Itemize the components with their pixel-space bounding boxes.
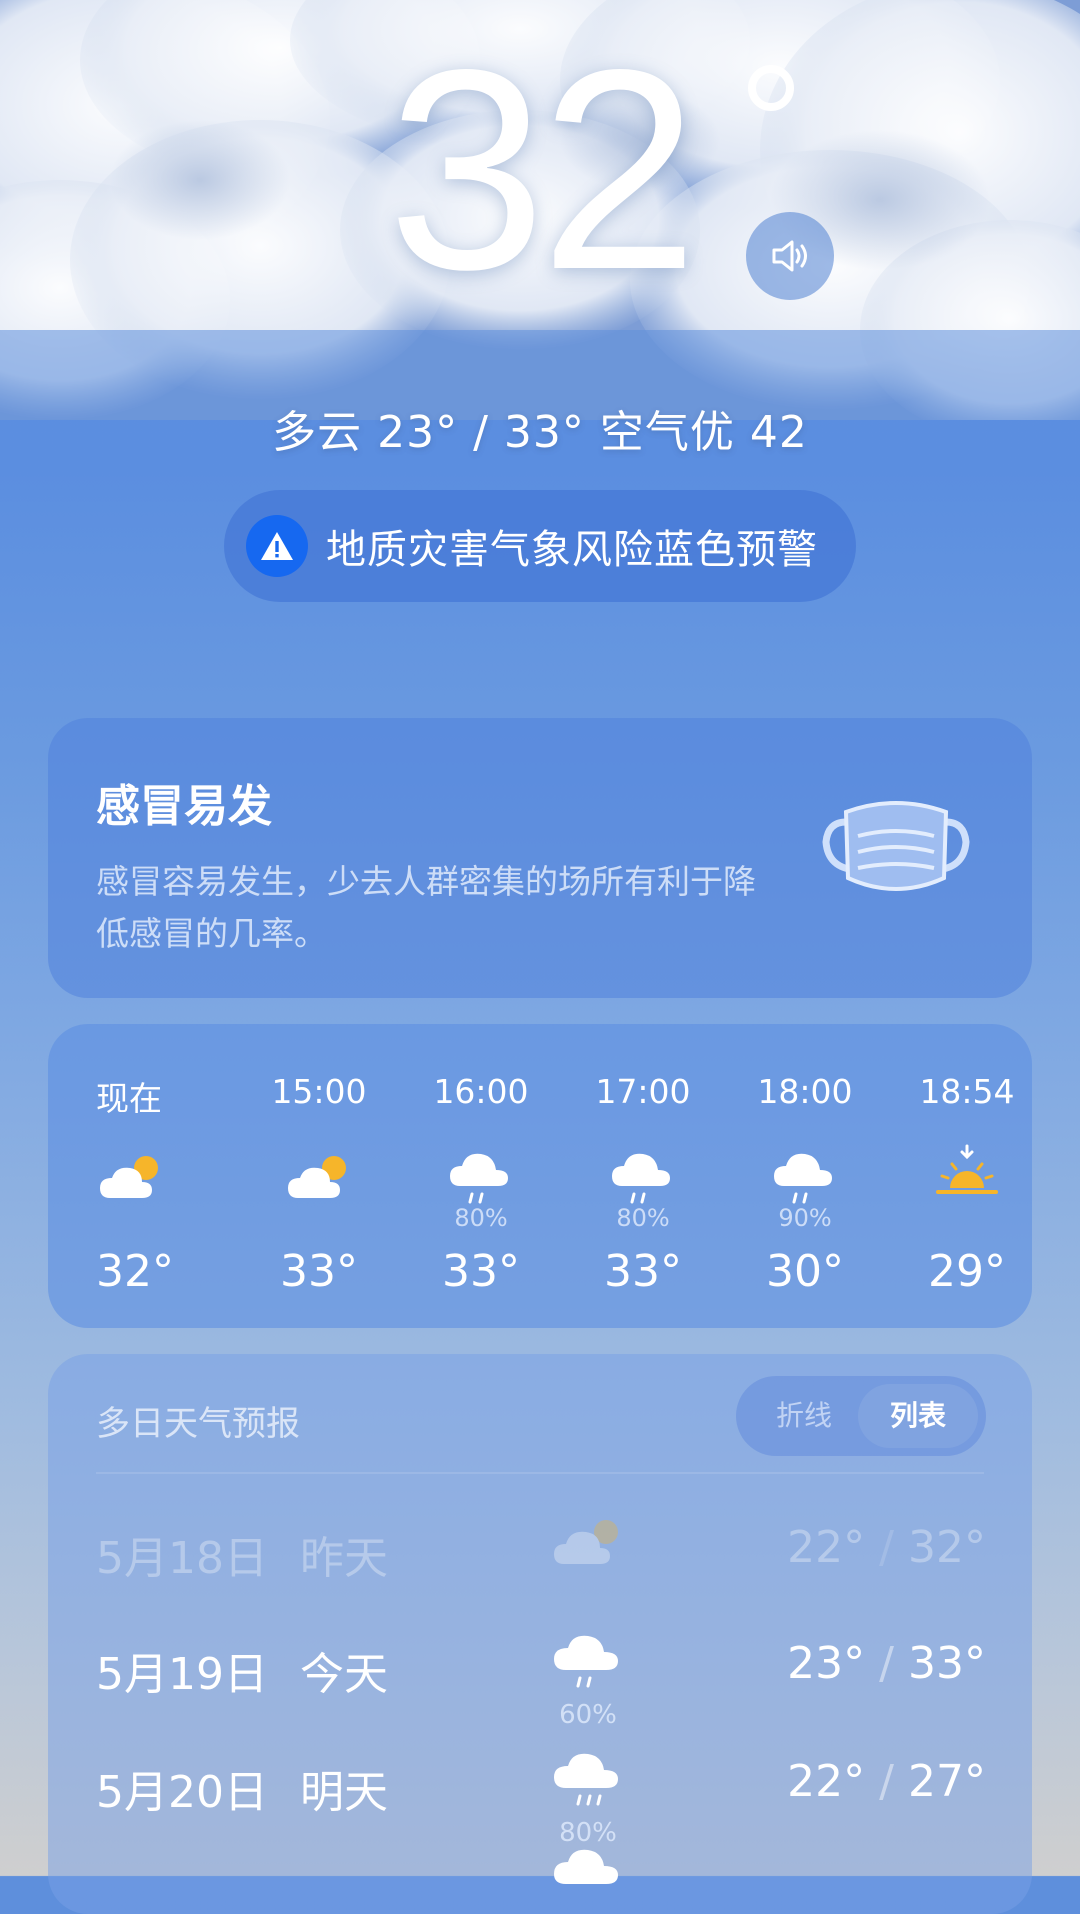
cloud-icon [554, 1849, 618, 1884]
hour-temp: 33° [442, 1246, 520, 1297]
hour-temp: 33° [604, 1246, 682, 1297]
day-temp-range: 22° / 27° [787, 1756, 986, 1807]
day-temp-range: 22° / 32° [787, 1522, 986, 1573]
hour-precip: 80% [616, 1204, 670, 1232]
day-low: 22° [787, 1522, 866, 1573]
degree-symbol [748, 65, 794, 111]
daily-forecast-card[interactable]: 多日天气预报 折线 列表 5月18日 昨天 22° / 32° 5月19日 今天… [48, 1354, 1032, 1914]
cloudy-sun-icon [100, 1156, 158, 1198]
day-label: 明天 [300, 1767, 388, 1818]
rain-icon [554, 1753, 618, 1806]
hour-time: 18:00 [757, 1072, 853, 1111]
hour-time: 16:00 [433, 1072, 529, 1111]
day-high: 27° [908, 1756, 986, 1807]
alert-text: 地质灾害气象风险蓝色预警 [326, 527, 818, 573]
temp-separator: / [879, 1522, 894, 1573]
daily-row[interactable]: 5月18日 昨天 22° / 32° [48, 1504, 1032, 1614]
temp-separator: / [879, 1756, 894, 1807]
day-temp-range: 23° / 33° [787, 1638, 986, 1689]
hour-time: 15:00 [271, 1072, 367, 1111]
daily-row[interactable]: 5月19日 今天 60% 23° / 33° [48, 1620, 1032, 1730]
day-date: 5月18日 [96, 1533, 268, 1584]
day-date: 5月20日 [96, 1767, 268, 1818]
speaker-icon [772, 240, 807, 272]
voice-broadcast-button[interactable] [746, 212, 834, 300]
day-label: 昨天 [300, 1533, 388, 1584]
rain-icon [554, 1635, 618, 1688]
day-label: 今天 [300, 1649, 388, 1700]
hour-temp: 32° [96, 1246, 174, 1297]
rain-icon [774, 1153, 832, 1204]
day-precip: 60% [559, 1700, 617, 1730]
tip-description: 感冒容易发生，少去人群密集的场所有利于降低感冒的几率。 [96, 862, 756, 953]
hour-temp: 30° [766, 1246, 844, 1297]
view-toggle[interactable]: 折线 列表 [736, 1376, 986, 1456]
daily-forecast-title: 多日天气预报 [96, 1404, 300, 1444]
day-low: 23° [787, 1638, 866, 1689]
hour-precip: 80% [454, 1204, 508, 1232]
hour-precip: 90% [778, 1204, 832, 1232]
temp-separator: / [879, 1638, 894, 1689]
health-tip-card[interactable]: 感冒易发 感冒容易发生，少去人群密集的场所有利于降低感冒的几率。 [48, 718, 1032, 998]
sunset-icon [936, 1144, 998, 1194]
day-high: 33° [908, 1638, 986, 1689]
face-mask-icon [822, 801, 970, 891]
hourly-forecast-card[interactable]: 现在 32° 15:00 33° 16:00 80% 33° 17:00 80%… [48, 1024, 1032, 1328]
warning-icon [246, 515, 308, 577]
hour-time: 现在 [96, 1079, 162, 1118]
day-date: 5月19日 [96, 1649, 268, 1700]
current-temperature: 32 [387, 11, 698, 329]
daily-row[interactable]: 5月20日 明天 80% 22° / 27° [48, 1738, 1032, 1848]
weather-alert-button[interactable]: 地质灾害气象风险蓝色预警 [224, 490, 856, 602]
weather-summary[interactable]: 多云 23° / 33° 空气优 42 [0, 396, 1080, 460]
toggle-line-chart[interactable]: 折线 [744, 1376, 864, 1456]
hour-time: 17:00 [595, 1072, 691, 1111]
cloudy-sun-icon [554, 1520, 618, 1564]
toggle-list[interactable]: 列表 [858, 1384, 978, 1448]
rain-icon [450, 1153, 508, 1204]
hour-temp: 33° [280, 1246, 358, 1297]
hour-time: 18:54 [919, 1072, 1015, 1111]
cloudy-sun-icon [288, 1156, 346, 1198]
divider [96, 1472, 984, 1474]
day-high: 32° [908, 1522, 986, 1573]
day-low: 22° [787, 1756, 866, 1807]
tip-title: 感冒易发 [96, 781, 272, 832]
rain-icon [612, 1153, 670, 1204]
hour-temp: 29° [928, 1246, 1006, 1297]
